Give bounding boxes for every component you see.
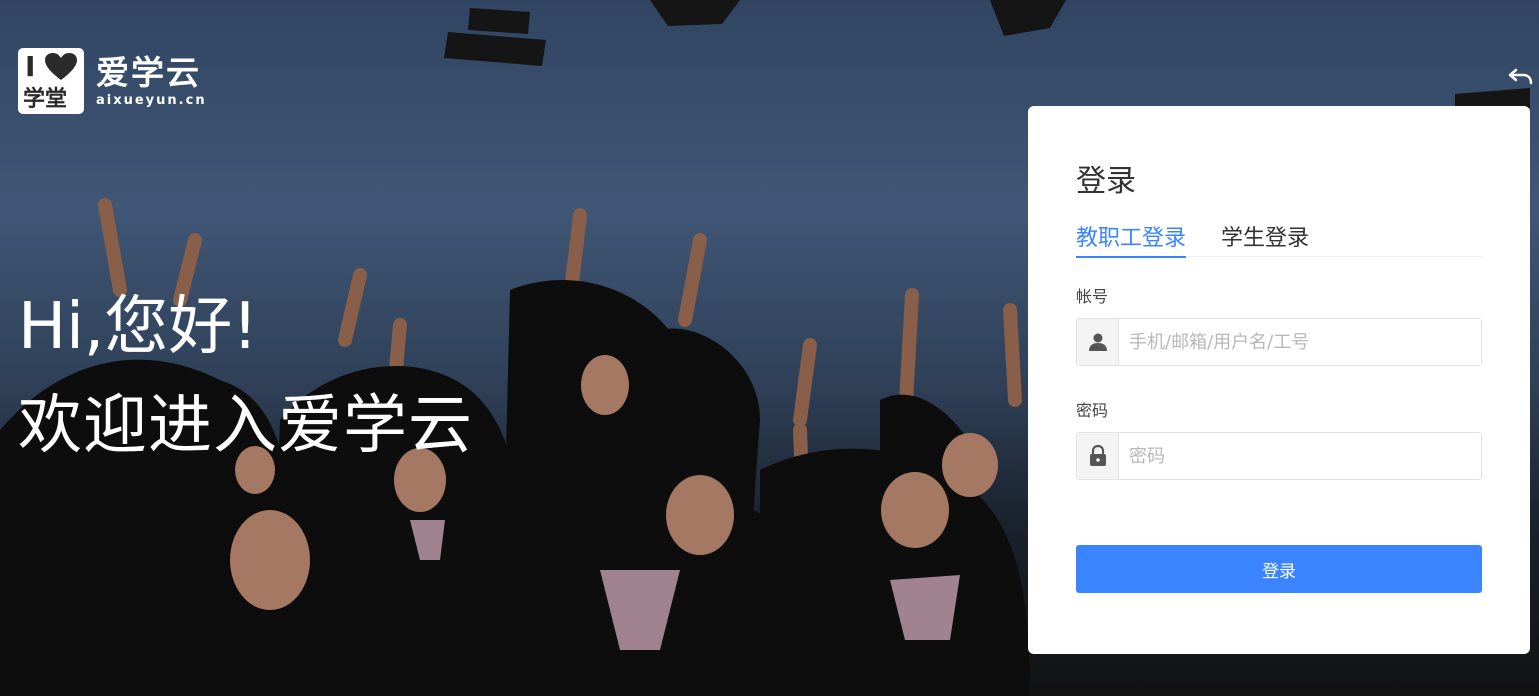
brand-domain: aixueyun.cn xyxy=(96,92,207,108)
logo-badge-text: 学堂 xyxy=(23,87,68,112)
account-addon xyxy=(1077,319,1119,365)
login-page: I 学堂 爱学云 aixueyun.cn Hi,您好! 欢迎进入爱学云 登录 教… xyxy=(0,0,1539,696)
password-input[interactable] xyxy=(1119,433,1481,479)
tab-student-login[interactable]: 学生登录 xyxy=(1221,220,1309,256)
logo-badge-letter: I xyxy=(25,50,36,83)
login-card: 登录 教职工登录 学生登录 帐号 密码 xyxy=(1028,106,1530,654)
user-icon xyxy=(1088,333,1107,351)
account-input[interactable] xyxy=(1119,319,1481,365)
password-input-group xyxy=(1076,432,1482,480)
heart-icon xyxy=(45,53,77,80)
lock-icon xyxy=(1089,445,1106,466)
tab-staff-login[interactable]: 教职工登录 xyxy=(1076,220,1187,258)
login-button[interactable]: 登录 xyxy=(1076,545,1482,593)
brand-logo[interactable]: I 学堂 爱学云 aixueyun.cn xyxy=(18,48,207,114)
password-label: 密码 xyxy=(1076,401,1109,420)
welcome-subtitle: 欢迎进入爱学云 xyxy=(18,389,473,463)
welcome-message: Hi,您好! 欢迎进入爱学云 xyxy=(18,283,473,481)
login-title: 登录 xyxy=(1076,164,1136,199)
password-addon xyxy=(1077,433,1119,479)
welcome-greeting: Hi,您好! xyxy=(18,290,258,364)
logo-badge: I 学堂 xyxy=(18,48,84,114)
account-input-group xyxy=(1076,318,1482,366)
brand-name: 爱学云 xyxy=(96,52,201,92)
account-label: 帐号 xyxy=(1076,287,1109,306)
undo-icon[interactable] xyxy=(1508,66,1534,88)
logo-text: 爱学云 aixueyun.cn xyxy=(96,52,207,108)
login-tabs: 教职工登录 学生登录 xyxy=(1076,220,1482,258)
